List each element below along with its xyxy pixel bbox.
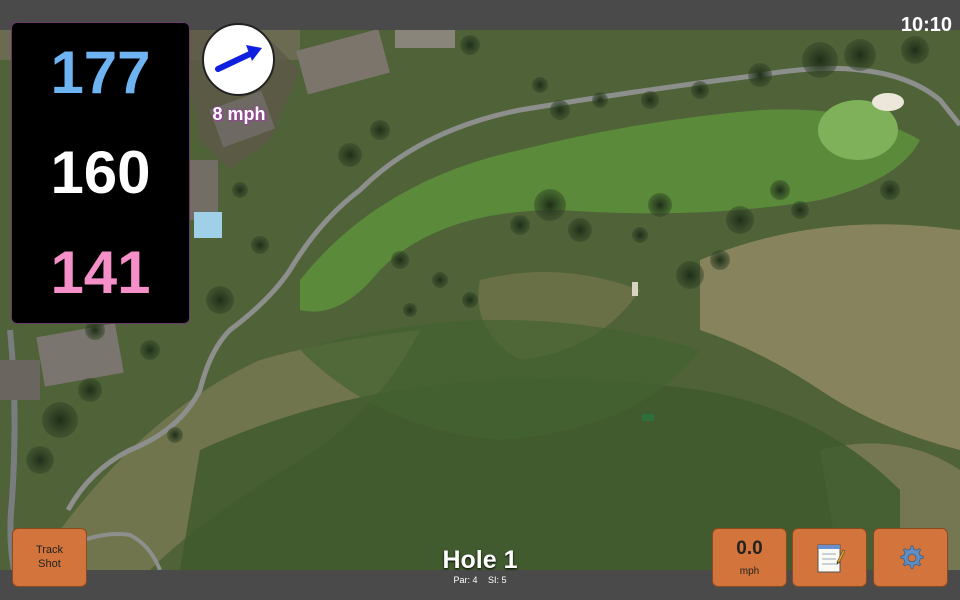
gear-icon xyxy=(899,545,924,569)
notepad-icon xyxy=(817,544,845,572)
wind-arrow-icon xyxy=(215,45,262,72)
stroke-index-label: SI: 5 xyxy=(488,575,507,585)
hole-title: Hole 1 xyxy=(442,546,518,574)
back-distance: 177 xyxy=(50,39,151,106)
settings-button[interactable] xyxy=(873,528,948,587)
hole-details: Par: 4 SI: 5 xyxy=(380,575,580,585)
front-distance: 141 xyxy=(50,239,151,306)
speed-value: 0.0 xyxy=(736,538,763,559)
distance-panel: 177 160 141 xyxy=(11,22,190,324)
center-distance: 160 xyxy=(50,139,151,206)
clock: 10:10 xyxy=(900,14,952,36)
speed-button[interactable]: 0.0 mph xyxy=(712,528,787,587)
hole-info: Hole 1 Par: 4 SI: 5 xyxy=(380,546,580,586)
wind-speed-label: 8 mph xyxy=(212,104,266,124)
wind-indicator xyxy=(202,23,275,96)
speed-unit: mph xyxy=(739,566,760,577)
par-label: Par: 4 xyxy=(453,575,478,585)
notes-button[interactable] xyxy=(792,528,867,587)
track-shot-label: Track Shot xyxy=(35,544,64,570)
track-shot-button[interactable]: Track Shot xyxy=(12,528,87,587)
